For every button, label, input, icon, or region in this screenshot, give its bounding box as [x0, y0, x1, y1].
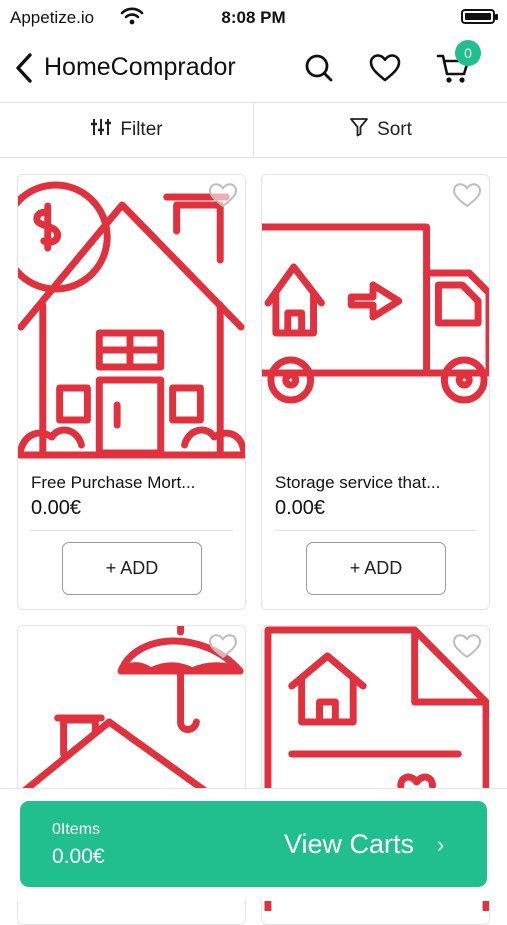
- favorite-heart-icon[interactable]: [207, 632, 239, 660]
- moving-truck-icon: [262, 223, 489, 404]
- battery-icon: [461, 9, 498, 24]
- product-name: Free Purchase Mort...: [31, 473, 196, 492]
- clock: 8:08 PM: [221, 8, 286, 27]
- funnel-icon: [349, 117, 369, 143]
- view-carts-label: View Carts: [284, 829, 415, 859]
- cart-count-badge: 0: [455, 40, 481, 66]
- cart-items-count: 0Items: [52, 821, 101, 838]
- filter-button[interactable]: Filter: [0, 103, 254, 157]
- chevron-right-icon: ›: [437, 832, 445, 857]
- view-carts-button[interactable]: 0Items 0.00€ View Carts ›: [20, 801, 487, 887]
- divider: [30, 530, 233, 531]
- product-card[interactable]: Free Purchase Mort... 0.00€ + ADD: [17, 174, 246, 610]
- favorite-heart-icon[interactable]: [207, 181, 239, 209]
- favorite-heart-icon[interactable]: [451, 181, 483, 209]
- house-mortgage-icon: [18, 181, 245, 459]
- product-price: 0.00€: [31, 497, 82, 519]
- heart-icon[interactable]: [368, 51, 402, 85]
- divider: [274, 530, 477, 531]
- sort-label: Sort: [377, 119, 412, 140]
- search-icon[interactable]: [302, 51, 336, 85]
- add-to-cart-button[interactable]: + ADD: [306, 542, 446, 595]
- back-chevron-icon[interactable]: [10, 50, 40, 86]
- product-name: Storage service that...: [275, 473, 441, 492]
- sliders-icon: [90, 117, 112, 143]
- filter-label: Filter: [120, 119, 163, 140]
- product-price: 0.00€: [275, 497, 326, 519]
- sort-button[interactable]: Sort: [254, 103, 507, 157]
- cart-total: 0.00€: [52, 845, 105, 868]
- favorite-heart-icon[interactable]: [451, 632, 483, 660]
- filter-sort-bar: Filter Sort: [0, 102, 507, 158]
- page-title: HomeComprador: [44, 53, 236, 81]
- status-bar: Appetize.io 8:08 PM: [0, 0, 507, 34]
- nav-bar: HomeComprador 0: [0, 34, 507, 102]
- product-card[interactable]: Storage service that... 0.00€ + ADD: [261, 174, 490, 610]
- add-to-cart-button[interactable]: + ADD: [62, 542, 202, 595]
